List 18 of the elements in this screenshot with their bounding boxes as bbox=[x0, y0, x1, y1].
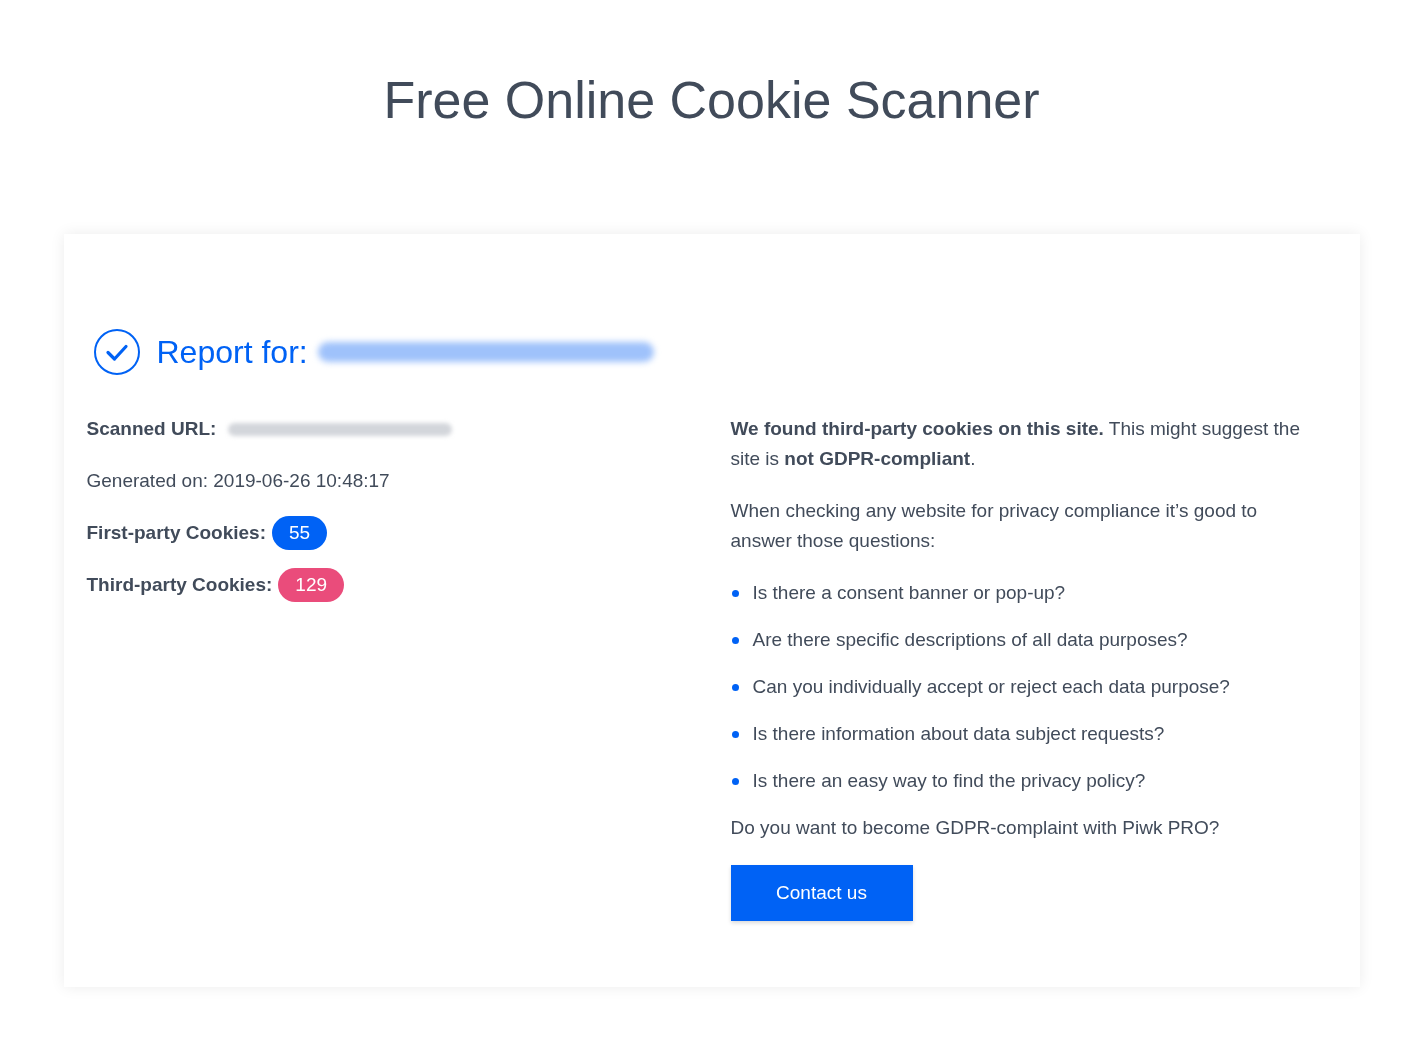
question-item: Are there specific descriptions of all data purposes? bbox=[752, 627, 1188, 652]
question-item: Is there information about data subject requests? bbox=[752, 721, 1165, 746]
count-badge: 55 bbox=[272, 516, 328, 550]
generated-date: Generated on: 2019-06-26 10:48:17 bbox=[86, 469, 390, 493]
report-heading: Report for: bbox=[156, 333, 308, 372]
verdict-paragraph: We found third-party cookies on this site. This might suggest the site is not GDPR-compliant. bbox=[730, 417, 1301, 471]
cookie-count-label: Third-party Cookies: bbox=[86, 572, 273, 597]
question-item: Is there a consent banner or pop-up? bbox=[752, 580, 1066, 605]
count-badge: 129 bbox=[278, 568, 344, 602]
page-title: Free Online Cookie Scanner bbox=[383, 70, 1040, 130]
closing-question: Do you want to become GDPR-complaint with Piwk PRO? bbox=[730, 816, 1221, 840]
question-item: Can you individually accept or reject each data purpose? bbox=[752, 674, 1230, 699]
contact-button[interactable]: Contact us bbox=[730, 865, 913, 921]
question-item: Is there an easy way to find the privacy policy? bbox=[752, 768, 1146, 793]
scanned-url-label: Scanned URL: bbox=[86, 416, 217, 441]
check-circle-icon bbox=[93, 329, 140, 375]
cookie-count-label: First-party Cookies: bbox=[86, 520, 266, 545]
intro-paragraph: When checking any website for privacy compliance it’s good to answer those questions: bbox=[730, 499, 1259, 553]
